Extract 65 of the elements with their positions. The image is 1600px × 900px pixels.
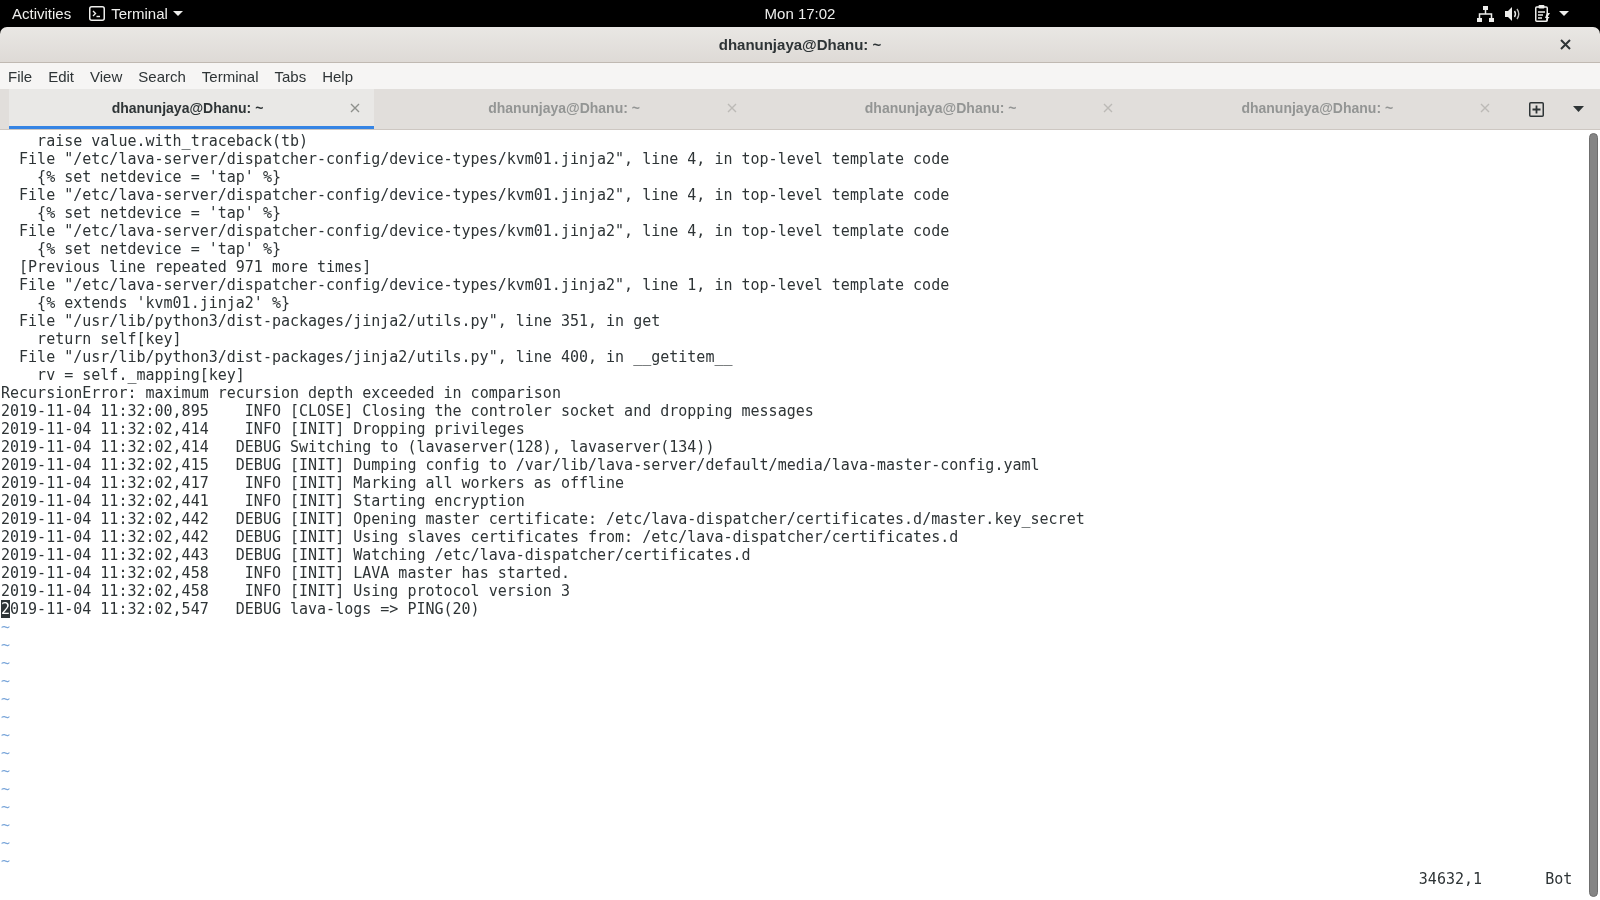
terminal-line: File "/etc/lava-server/dispatcher-config/device-types/kvm01.jinja2", line 4, in top-level template code <box>19 222 950 240</box>
terminal-line: File "/usr/lib/python3/dist-packages/jinja2/utils.py", line 400, in __getitem__ <box>19 348 733 366</box>
terminal-line: return self[key] <box>37 330 182 348</box>
terminal-line: {% extends 'kvm01.jinja2' %} <box>37 294 290 312</box>
empty-line-marker: ~ <box>1 636 11 654</box>
clipboard-icon[interactable] <box>1535 5 1550 22</box>
terminal-line: {% set netdevice = 'tap' %} <box>37 240 281 258</box>
menu-item[interactable]: Help <box>314 64 362 88</box>
network-icon[interactable] <box>1477 5 1494 22</box>
activities-button[interactable]: Activities <box>0 0 82 27</box>
terminal-line: 2019-11-04 11:32:02,415 DEBUG [INIT] Dumping config to /var/lib/lava-server/default/media/lava-master-config.yaml <box>1 456 1040 474</box>
terminal-line: raise value.with_traceback(tb) <box>37 132 309 150</box>
terminal-line: [Previous line repeated 971 more times] <box>19 258 372 276</box>
terminal-line: {% set netdevice = 'tap' %} <box>37 204 281 222</box>
cursor-position: 34632,1 <box>1418 870 1483 888</box>
clock[interactable]: Mon 17:02 <box>756 0 844 27</box>
window-title: dhanunjaya@Dhanu: ~ <box>718 36 882 53</box>
terminal-line: 2019-11-04 11:32:02,547 DEBUG lava-logs => PING(20) <box>1 600 480 618</box>
caret-icon <box>172 11 183 16</box>
empty-line-marker: ~ <box>1 672 11 690</box>
terminal-line: 2019-11-04 11:32:02,441 INFO [INIT] Starting encryption <box>1 492 525 510</box>
empty-line-marker: ~ <box>1 852 11 870</box>
empty-line-marker: ~ <box>1 744 11 762</box>
menu-item[interactable]: View <box>82 64 131 88</box>
terminal-icon <box>89 6 106 21</box>
terminal-line: {% set netdevice = 'tap' %} <box>37 168 281 186</box>
terminal-line: File "/usr/lib/python3/dist-packages/jinja2/utils.py", line 351, in get <box>19 312 661 330</box>
caret-icon[interactable] <box>1559 11 1569 16</box>
terminal-line: File "/etc/lava-server/dispatcher-config/device-types/kvm01.jinja2", line 4, in top-level template code <box>19 186 950 204</box>
scrollbar[interactable] <box>1589 133 1598 897</box>
terminal-line: 2019-11-04 11:32:02,458 INFO [INIT] Using protocol version 3 <box>1 582 570 600</box>
menu-item[interactable]: File <box>0 64 41 88</box>
empty-line-marker: ~ <box>1 618 11 636</box>
close-icon[interactable] <box>1560 39 1571 50</box>
scroll-position: Bot <box>1545 870 1573 888</box>
empty-line-marker: ~ <box>1 690 11 708</box>
menu-item[interactable]: Terminal <box>193 64 267 88</box>
terminal-line: 2019-11-04 11:32:02,414 DEBUG Switching to (lavaserver(128), lavaserver(134)) <box>1 438 715 456</box>
terminal-line: 2019-11-04 11:32:02,414 INFO [INIT] Dropping privileges <box>1 420 525 438</box>
terminal-line: File "/etc/lava-server/dispatcher-config/device-types/kvm01.jinja2", line 1, in top-level template code <box>19 276 950 294</box>
menu-item[interactable]: Search <box>130 64 194 88</box>
terminal-line: RecursionError: maximum recursion depth exceeded in comparison <box>1 384 561 402</box>
empty-line-marker: ~ <box>1 654 11 672</box>
terminal-line: rv = self._mapping[key] <box>37 366 245 384</box>
menu-item[interactable]: Tabs <box>266 64 315 88</box>
empty-line-marker: ~ <box>1 798 11 816</box>
tab[interactable]: dhanunjaya@Dhanu: ~ <box>9 89 374 129</box>
terminal-line: 2019-11-04 11:32:02,458 INFO [INIT] LAVA master has started. <box>1 564 570 582</box>
empty-line-marker: ~ <box>1 708 11 726</box>
terminal-line: 2019-11-04 11:32:02,442 DEBUG [INIT] Using slaves certificates from: /etc/lava-dispatcher/certificates.d <box>1 528 959 546</box>
terminal-line: 2019-11-04 11:32:00,895 INFO [CLOSE] Closing the controler socket and dropping messages <box>1 402 814 420</box>
terminal-line: 2019-11-04 11:32:02,443 DEBUG [INIT] Watching /etc/lava-dispatcher/certificates.d <box>1 546 751 564</box>
app-menu-button[interactable]: Terminal <box>81 0 189 27</box>
terminal-line: 2019-11-04 11:32:02,442 DEBUG [INIT] Opening master certificate: /etc/lava-dispatcher/certificates.d/master.key_secret <box>1 510 1085 528</box>
empty-line-marker: ~ <box>1 834 11 852</box>
empty-line-marker: ~ <box>1 762 11 780</box>
terminal-line: File "/etc/lava-server/dispatcher-config/device-types/kvm01.jinja2", line 4, in top-level template code <box>19 150 950 168</box>
caret-icon[interactable] <box>1573 106 1585 112</box>
terminal-line: 2019-11-04 11:32:02,417 INFO [INIT] Marking all workers as offline <box>1 474 625 492</box>
empty-line-marker: ~ <box>1 726 11 744</box>
empty-line-marker: ~ <box>1 780 11 798</box>
plus-box-icon[interactable] <box>1529 101 1545 117</box>
volume-icon[interactable] <box>1505 5 1521 22</box>
menu-item[interactable]: Edit <box>40 64 83 88</box>
empty-line-marker: ~ <box>1 816 11 834</box>
